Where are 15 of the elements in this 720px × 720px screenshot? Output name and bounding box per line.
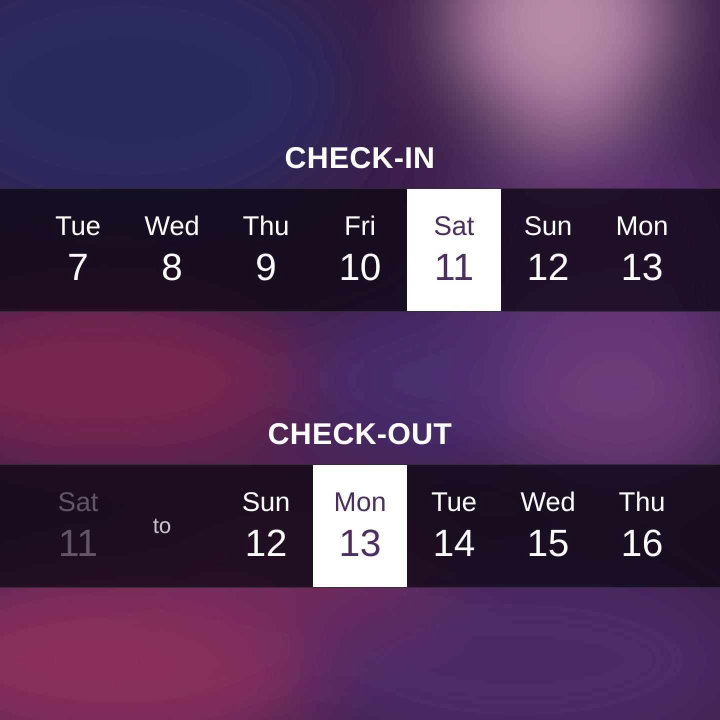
date-button[interactable]: Sat 11: [407, 189, 501, 311]
date-button[interactable]: Tue 7: [31, 189, 125, 311]
date-button[interactable]: Tue 14: [407, 465, 501, 587]
date-button[interactable]: Thu 16: [595, 465, 689, 587]
date-button[interactable]: Fri 10: [313, 189, 407, 311]
date-button[interactable]: Wed 8: [125, 189, 219, 311]
check-in-title: CHECK-IN: [284, 141, 436, 177]
date-button[interactable]: Sun 12: [219, 465, 313, 587]
date-button[interactable]: Sun 12: [501, 189, 595, 311]
date-button[interactable]: Wed 15: [501, 465, 595, 587]
to-label: to: [152, 513, 172, 539]
date-button[interactable]: Thu 9: [219, 189, 313, 311]
date-button[interactable]: Mon 13: [313, 465, 407, 587]
date-button[interactable]: Mon 13: [595, 189, 689, 311]
check-out-title: CHECK-OUT: [268, 417, 452, 453]
